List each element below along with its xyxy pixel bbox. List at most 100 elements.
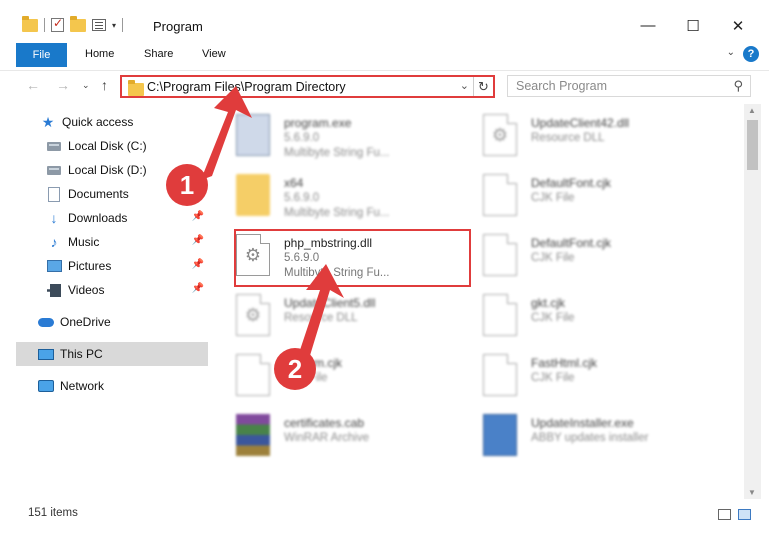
file-item[interactable]: gkt.cjk CJK File	[459, 288, 699, 346]
customize-toolbar-icon[interactable]	[92, 19, 106, 31]
minimize-icon[interactable]: —	[638, 17, 658, 34]
download-icon: ↓	[50, 210, 58, 226]
tab-file[interactable]: File	[16, 43, 67, 67]
address-path[interactable]: C:\Program Files\Program Directory	[147, 80, 346, 94]
separator	[122, 18, 124, 32]
separator	[44, 18, 45, 32]
tab-share[interactable]: Share	[144, 48, 173, 60]
back-arrow-icon[interactable]: ←	[26, 77, 40, 93]
file-item[interactable]: UpdateInstaller.exe ABBY updates install…	[459, 408, 699, 466]
sidebar-item-music[interactable]: ♪ Music 📌	[46, 230, 208, 254]
sidebar-item-this-pc[interactable]: This PC	[16, 342, 208, 366]
chevron-down-icon[interactable]: ⌄	[727, 47, 735, 58]
installer-icon	[483, 414, 517, 456]
pictures-icon	[46, 258, 62, 274]
forward-arrow-icon[interactable]: →	[56, 77, 70, 93]
file-name: UpdateInstaller.exe	[531, 416, 634, 430]
tab-home[interactable]: Home	[85, 48, 114, 60]
sidebar-item-downloads[interactable]: ↓ Downloads 📌	[46, 206, 208, 230]
maximize-icon[interactable]: ☐	[683, 17, 703, 35]
exe-file-icon	[236, 114, 270, 156]
sidebar-item-label: Local Disk (C:)	[68, 139, 147, 153]
search-icon[interactable]: ⚲	[733, 78, 743, 94]
pin-icon[interactable]: 📌	[192, 235, 204, 246]
file-name: FastHtml.cjk	[531, 356, 597, 370]
pin-icon[interactable]: 📌	[192, 283, 204, 294]
navigation-bar: ← → ⌄ ↑ C:\Program Files\Program Directo…	[0, 70, 769, 100]
sidebar-item-pictures[interactable]: Pictures 📌	[46, 254, 208, 278]
file-description: Multibyte String Fu...	[284, 207, 390, 219]
status-bar: 151 items	[0, 499, 769, 536]
archive-icon	[236, 414, 270, 456]
close-icon[interactable]: ✕	[728, 17, 748, 35]
sidebar-item-videos[interactable]: Videos 📌	[46, 278, 208, 302]
file-name: UpdateClient5.dll	[284, 296, 376, 310]
computer-icon	[38, 346, 54, 362]
sidebar-item-network[interactable]: Network	[38, 374, 208, 398]
cloud-icon	[38, 314, 54, 330]
pin-icon[interactable]: 📌	[192, 259, 204, 270]
search-input[interactable]: Search Program ⚲	[507, 75, 751, 97]
pin-icon[interactable]: 📌	[192, 211, 204, 222]
file-item[interactable]: DefaultFont.cjk CJK File	[459, 228, 699, 286]
dropdown-arrow-icon[interactable]: ▾	[112, 21, 116, 30]
file-icon	[483, 354, 517, 396]
documents-icon	[46, 186, 62, 202]
search-placeholder[interactable]: Search Program	[516, 79, 607, 93]
chevron-down-icon[interactable]: ⌄	[460, 79, 469, 92]
file-icon	[483, 294, 517, 336]
file-name: gkt.cjk	[531, 296, 566, 310]
file-item[interactable]: System.cjk CJK File	[212, 348, 452, 406]
refresh-icon[interactable]: ↻	[473, 77, 493, 96]
details-view-icon[interactable]	[718, 509, 731, 520]
file-icon	[483, 174, 517, 216]
file-item[interactable]: ⚙ UpdateClient5.dll Resource DLL	[212, 288, 452, 346]
step-2-badge: 2	[274, 348, 316, 390]
folder-icon	[128, 80, 144, 96]
folder-icon	[236, 174, 270, 216]
file-icon	[236, 354, 270, 396]
file-version: 5.6.9.0	[284, 132, 320, 144]
scroll-down-icon[interactable]: ▼	[748, 488, 756, 497]
file-item[interactable]: FastHtml.cjk CJK File	[459, 348, 699, 406]
new-folder-icon[interactable]	[70, 15, 86, 32]
help-icon[interactable]: ?	[743, 46, 759, 62]
sidebar-item-onedrive[interactable]: OneDrive	[38, 310, 208, 334]
recent-locations-icon[interactable]: ⌄	[82, 80, 90, 91]
file-item[interactable]: x64 5.6.9.0 Multibyte String Fu...	[212, 168, 452, 226]
vertical-scrollbar[interactable]: ▲ ▼	[744, 104, 761, 499]
file-name: certificates.cab	[284, 416, 365, 430]
sidebar-item-quick-access[interactable]: ★ Quick access	[40, 110, 208, 134]
sidebar-item-label: This PC	[60, 347, 103, 361]
tab-view[interactable]: View	[202, 48, 226, 60]
file-name: DefaultFont.cjk	[531, 176, 612, 190]
file-item[interactable]: program.exe 5.6.9.0 Multibyte String Fu.…	[212, 108, 452, 166]
step-1-badge: 1	[166, 164, 208, 206]
file-item[interactable]: DefaultFont.cjk CJK File	[459, 168, 699, 226]
title-bar: ▾ Program — ☐ ✕	[0, 0, 769, 40]
sidebar-item-local-disk-c[interactable]: Local Disk (C:)	[46, 134, 208, 158]
properties-check-icon[interactable]	[51, 16, 64, 32]
sidebar-item-label: Downloads	[68, 211, 128, 225]
scroll-thumb[interactable]	[747, 120, 758, 170]
tiles-view-icon[interactable]	[738, 509, 751, 520]
ribbon-tabs: File Home Share View ⌄ ?	[0, 43, 769, 67]
file-item[interactable]: ⚙ UpdateClient42.dll Resource DLL	[459, 108, 699, 166]
file-type: CJK File	[531, 252, 575, 264]
file-type: CJK File	[531, 372, 575, 384]
folder-icon	[22, 15, 38, 32]
sidebar-item-label: OneDrive	[60, 315, 111, 329]
network-icon	[38, 378, 54, 394]
scroll-up-icon[interactable]: ▲	[748, 106, 756, 115]
address-bar[interactable]: C:\Program Files\Program Directory ⌄ ↻	[120, 75, 495, 98]
item-count: 151 items	[28, 507, 78, 519]
file-type: Resource DLL	[284, 312, 358, 324]
file-name: x64	[284, 176, 304, 190]
file-type: Resource DLL	[531, 132, 605, 144]
drive-icon	[46, 138, 62, 154]
up-arrow-icon[interactable]: ↑	[101, 77, 108, 93]
sidebar-item-label: Quick access	[62, 115, 134, 129]
file-item[interactable]: certificates.cab WinRAR Archive	[212, 408, 452, 466]
file-version: 5.6.9.0	[284, 192, 320, 204]
file-type: CJK File	[531, 312, 575, 324]
